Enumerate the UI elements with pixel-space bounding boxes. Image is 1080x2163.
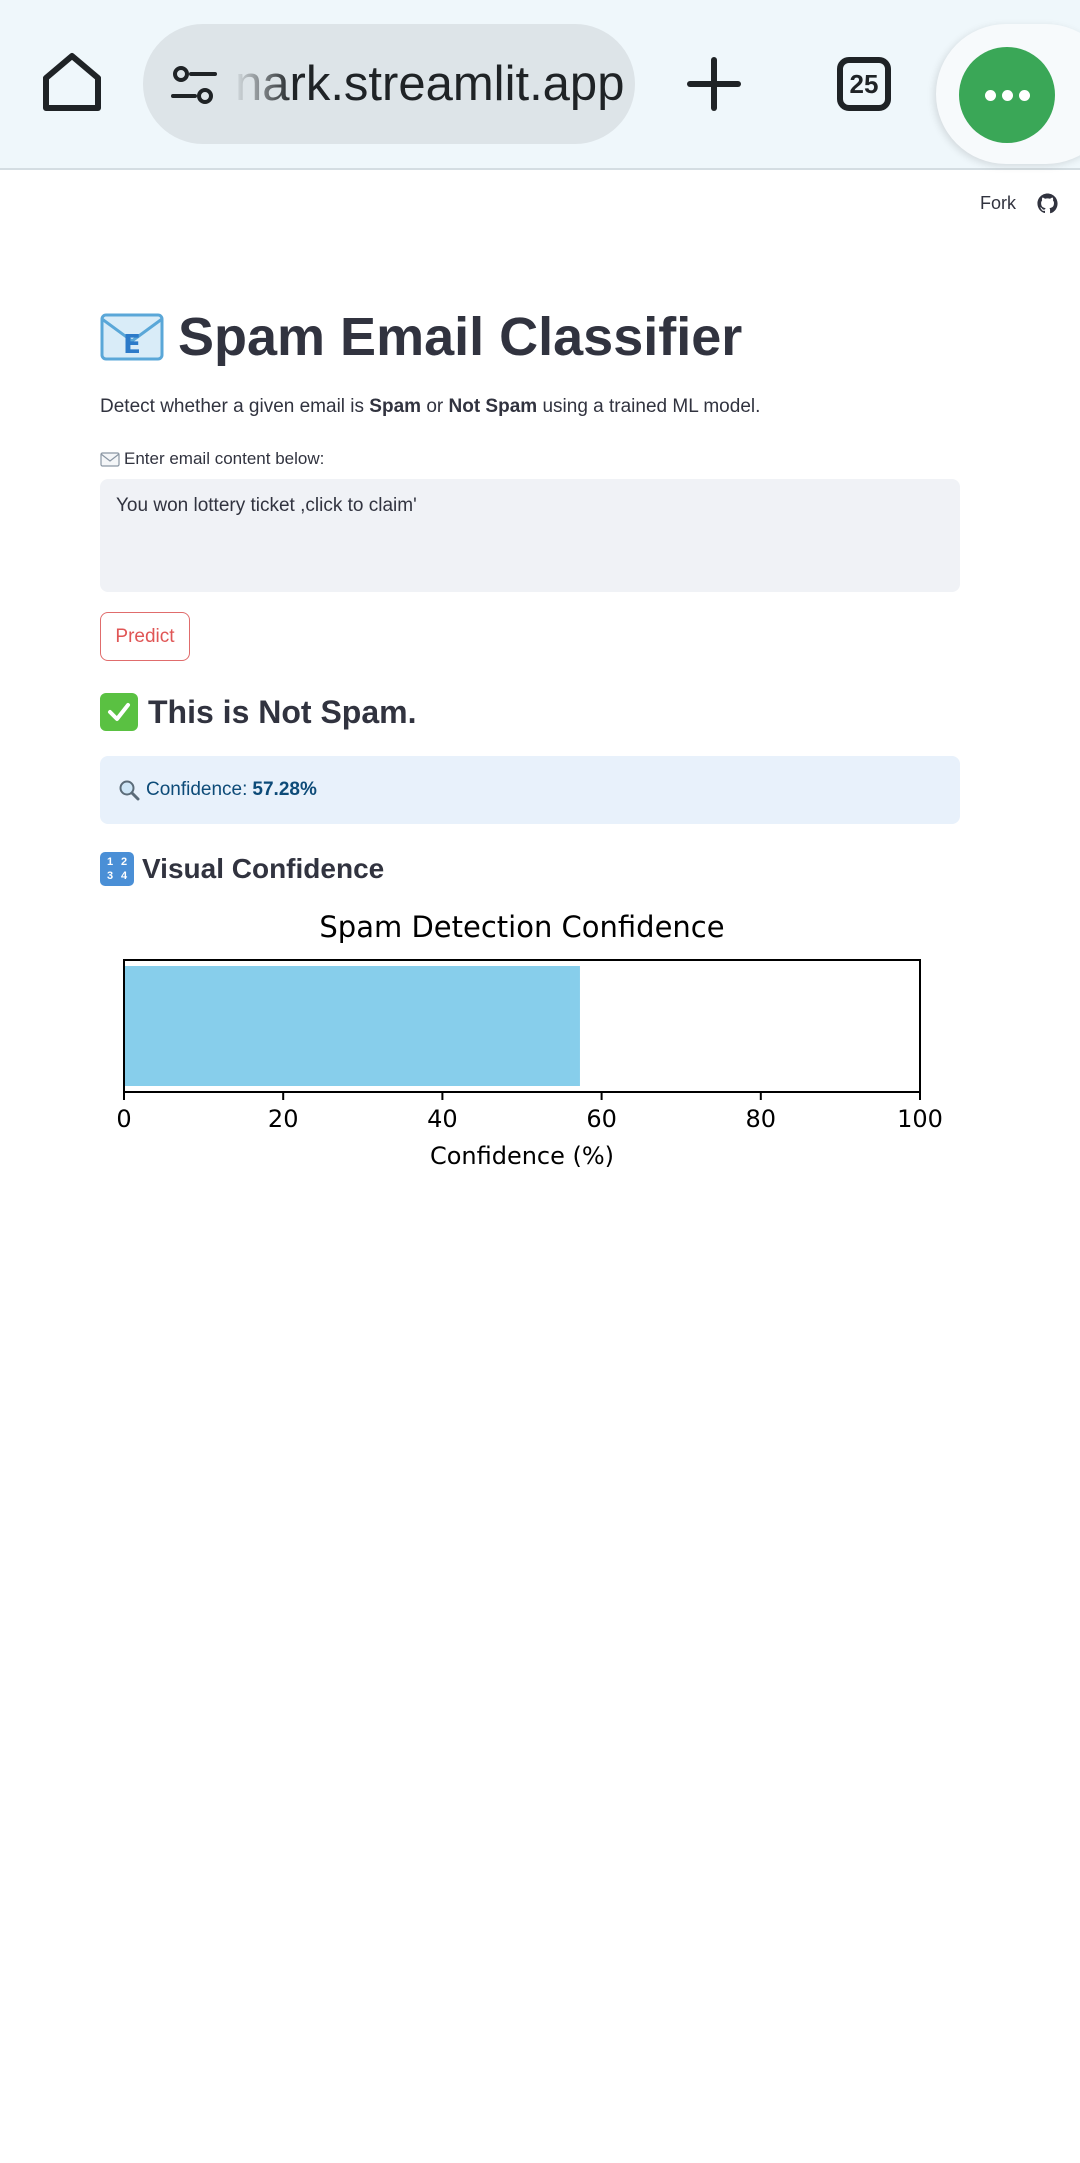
check-mark-icon (100, 693, 138, 731)
site-settings-icon[interactable] (169, 60, 219, 110)
confidence-label: Confidence: (146, 779, 248, 800)
envelope-icon (100, 451, 120, 467)
result-heading: This is Not Spam. (148, 693, 417, 730)
chart-bar (125, 966, 580, 1086)
visual-confidence-heading-row: 1234 Visual Confidence (100, 852, 384, 886)
svg-text:E: E (123, 330, 141, 360)
prediction-result: This is Not Spam. (100, 693, 416, 731)
address-bar[interactable]: nark.streamlit.app (143, 24, 635, 144)
email-content-textarea[interactable]: You won lottery ticket ,click to claim' (100, 479, 960, 592)
chart-x-tick-label: 0 (116, 1105, 131, 1133)
visual-confidence-heading: Visual Confidence (142, 853, 385, 884)
confidence-value: 57.28% (252, 779, 317, 800)
email-input-label: Enter email content below: (100, 449, 324, 469)
chart-x-tick-label: 80 (746, 1105, 777, 1133)
confidence-info-box: Confidence: 57.28% (100, 756, 960, 824)
url-text[interactable]: nark.streamlit.app (235, 54, 625, 114)
subtitle-pre: Detect whether a given email is (100, 396, 370, 417)
envelope-e-icon: E (100, 313, 164, 361)
subtitle-spam: Spam (369, 396, 422, 417)
subtitle-post: using a trained ML model. (537, 396, 761, 417)
github-icon[interactable] (1037, 193, 1058, 214)
numbers-icon: 1234 (100, 852, 134, 886)
chart-x-tick-label: 100 (897, 1105, 943, 1133)
page-title: Spam Email Classifier (178, 307, 743, 367)
subtitle-or: or (421, 396, 449, 417)
predict-button[interactable]: Predict (100, 612, 190, 661)
title-row: E Spam Email Classifier (100, 306, 742, 368)
menu-container (936, 24, 1080, 164)
magnifier-icon (119, 780, 140, 801)
tab-switcher-button[interactable]: 25 (837, 57, 891, 111)
home-icon[interactable] (38, 48, 106, 116)
chart-title: Spam Detection Confidence (319, 910, 724, 944)
page-subtitle: Detect whether a given email is Spam or … (100, 396, 760, 418)
chart-x-tick-label: 20 (268, 1105, 299, 1133)
chart-x-tick-label: 60 (586, 1105, 617, 1133)
url-fade (233, 44, 293, 124)
input-label-text: Enter email content below: (124, 449, 325, 468)
chart-x-tick-label: 40 (427, 1105, 458, 1133)
confidence-bar-chart: Spam Detection Confidence 0 20 40 60 80 100 C… (116, 910, 943, 1170)
more-menu-icon[interactable] (959, 47, 1055, 143)
browser-toolbar: nark.streamlit.app 25 (0, 0, 1080, 170)
new-tab-icon[interactable] (684, 54, 744, 114)
subtitle-notspam: Not Spam (448, 396, 538, 417)
chart-xlabel: Confidence (%) (430, 1142, 614, 1170)
fork-link[interactable]: Fork (980, 193, 1016, 214)
